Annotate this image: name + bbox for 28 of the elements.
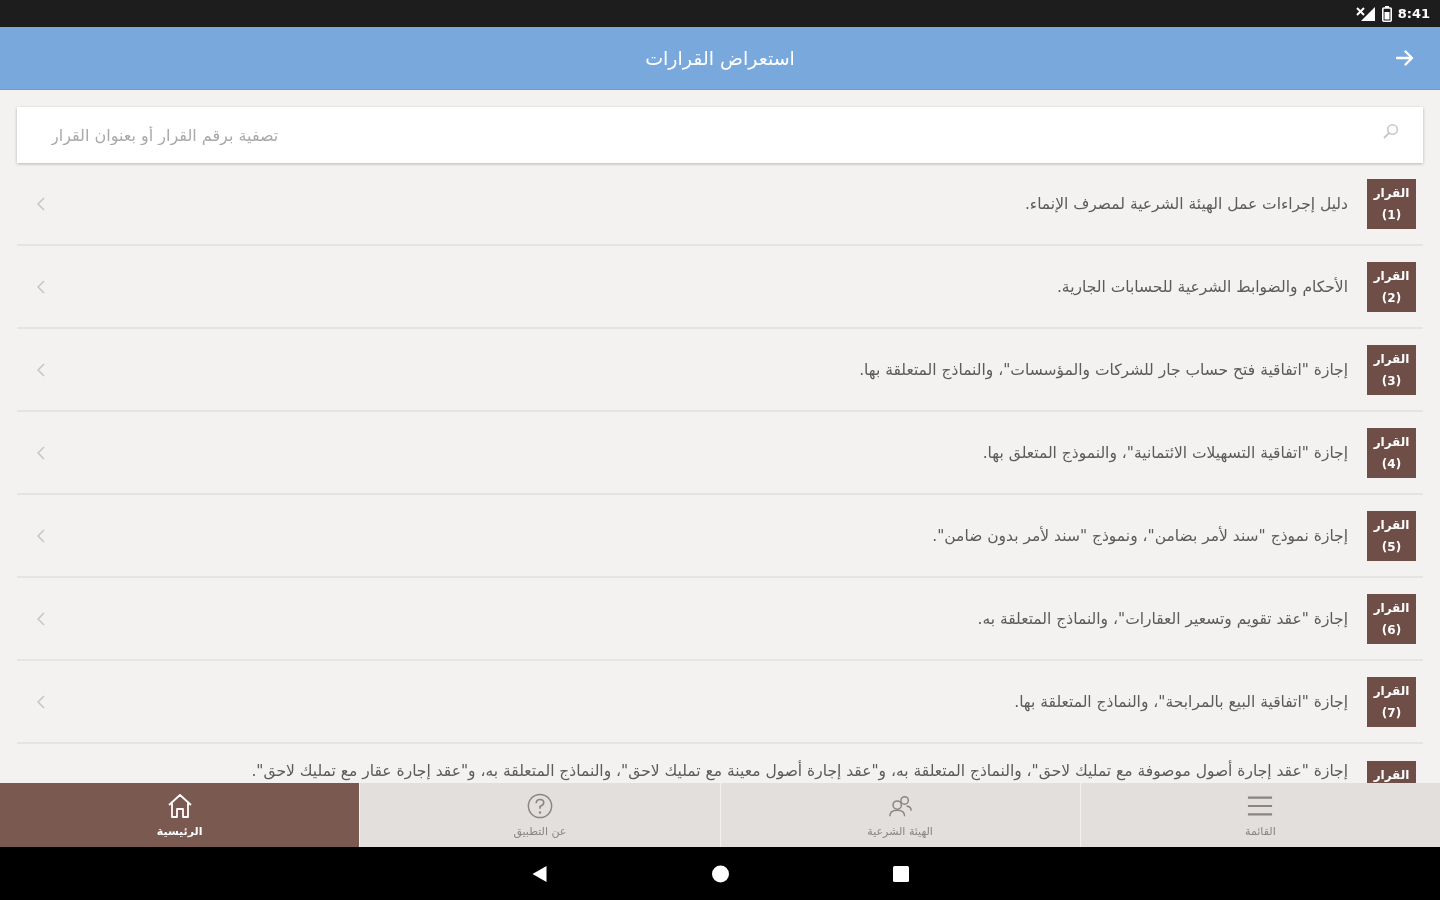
decision-title[interactable]: إجازة "عقد تقويم وتسعير العقارات"، والنماذج المتعلقة به. (45, 606, 1348, 631)
no-signal-icon (1355, 5, 1376, 22)
chevron-left-icon[interactable] (37, 694, 45, 709)
decision-title[interactable]: إجازة "عقد إجارة أصول موصوفة مع تمليك لاحق"، والنماذج المتعلقة به، و"عقد إجارة أصول معينة مع تمليك لاحق"، والنماذج المتعلقة به، و"عقد إجارة عقار مع تمليك لاحق". (37, 759, 1348, 783)
back-triangle-icon[interactable] (531, 864, 548, 883)
decision-badge: القرار (1367, 761, 1416, 783)
chevron-left-icon[interactable] (37, 445, 45, 460)
search-icon (1383, 123, 1399, 139)
home-icon (166, 792, 193, 819)
battery-icon (1381, 5, 1392, 22)
decision-title[interactable]: إجازة نموذج "سند لأمر بضامن"، ونموذج "سند لأمر بدون ضامن". (45, 523, 1348, 548)
screen-title: استعراض القرارات (645, 47, 795, 69)
decision-title[interactable]: دليل إجراءات عمل الهيئة الشرعية لمصرف الإنماء. (45, 191, 1348, 216)
back-arrow-icon (1396, 50, 1414, 66)
chevron-left-icon[interactable] (37, 528, 45, 543)
recents-square-icon[interactable] (893, 865, 909, 882)
decision-title[interactable]: إجازة "اتفاقية التسهيلات الائتمانية"، والنموذج المتعلق بها. (45, 440, 1348, 465)
decision-title[interactable]: إجازة "اتفاقية البيع بالمرابحة"، والنماذج المتعلقة بها. (45, 689, 1348, 714)
decision-title[interactable]: الأحكام والضوابط الشرعية للحسابات الجارية. (45, 274, 1348, 299)
home-circle-icon[interactable] (712, 864, 729, 883)
chevron-left-icon[interactable] (37, 611, 45, 626)
status-time: 8:41 (1397, 6, 1430, 21)
decision-title[interactable]: إجازة "اتفاقية فتح حساب جار للشركات والمؤسسات"، والنماذج المتعلقة بها. (45, 357, 1348, 382)
help-icon (526, 792, 553, 819)
chevron-left-icon[interactable] (37, 362, 45, 377)
bottom-tab[interactable]: الرئيسية (0, 783, 361, 847)
chevron-left-icon[interactable] (37, 196, 45, 211)
chevron-left-icon[interactable] (37, 279, 45, 294)
